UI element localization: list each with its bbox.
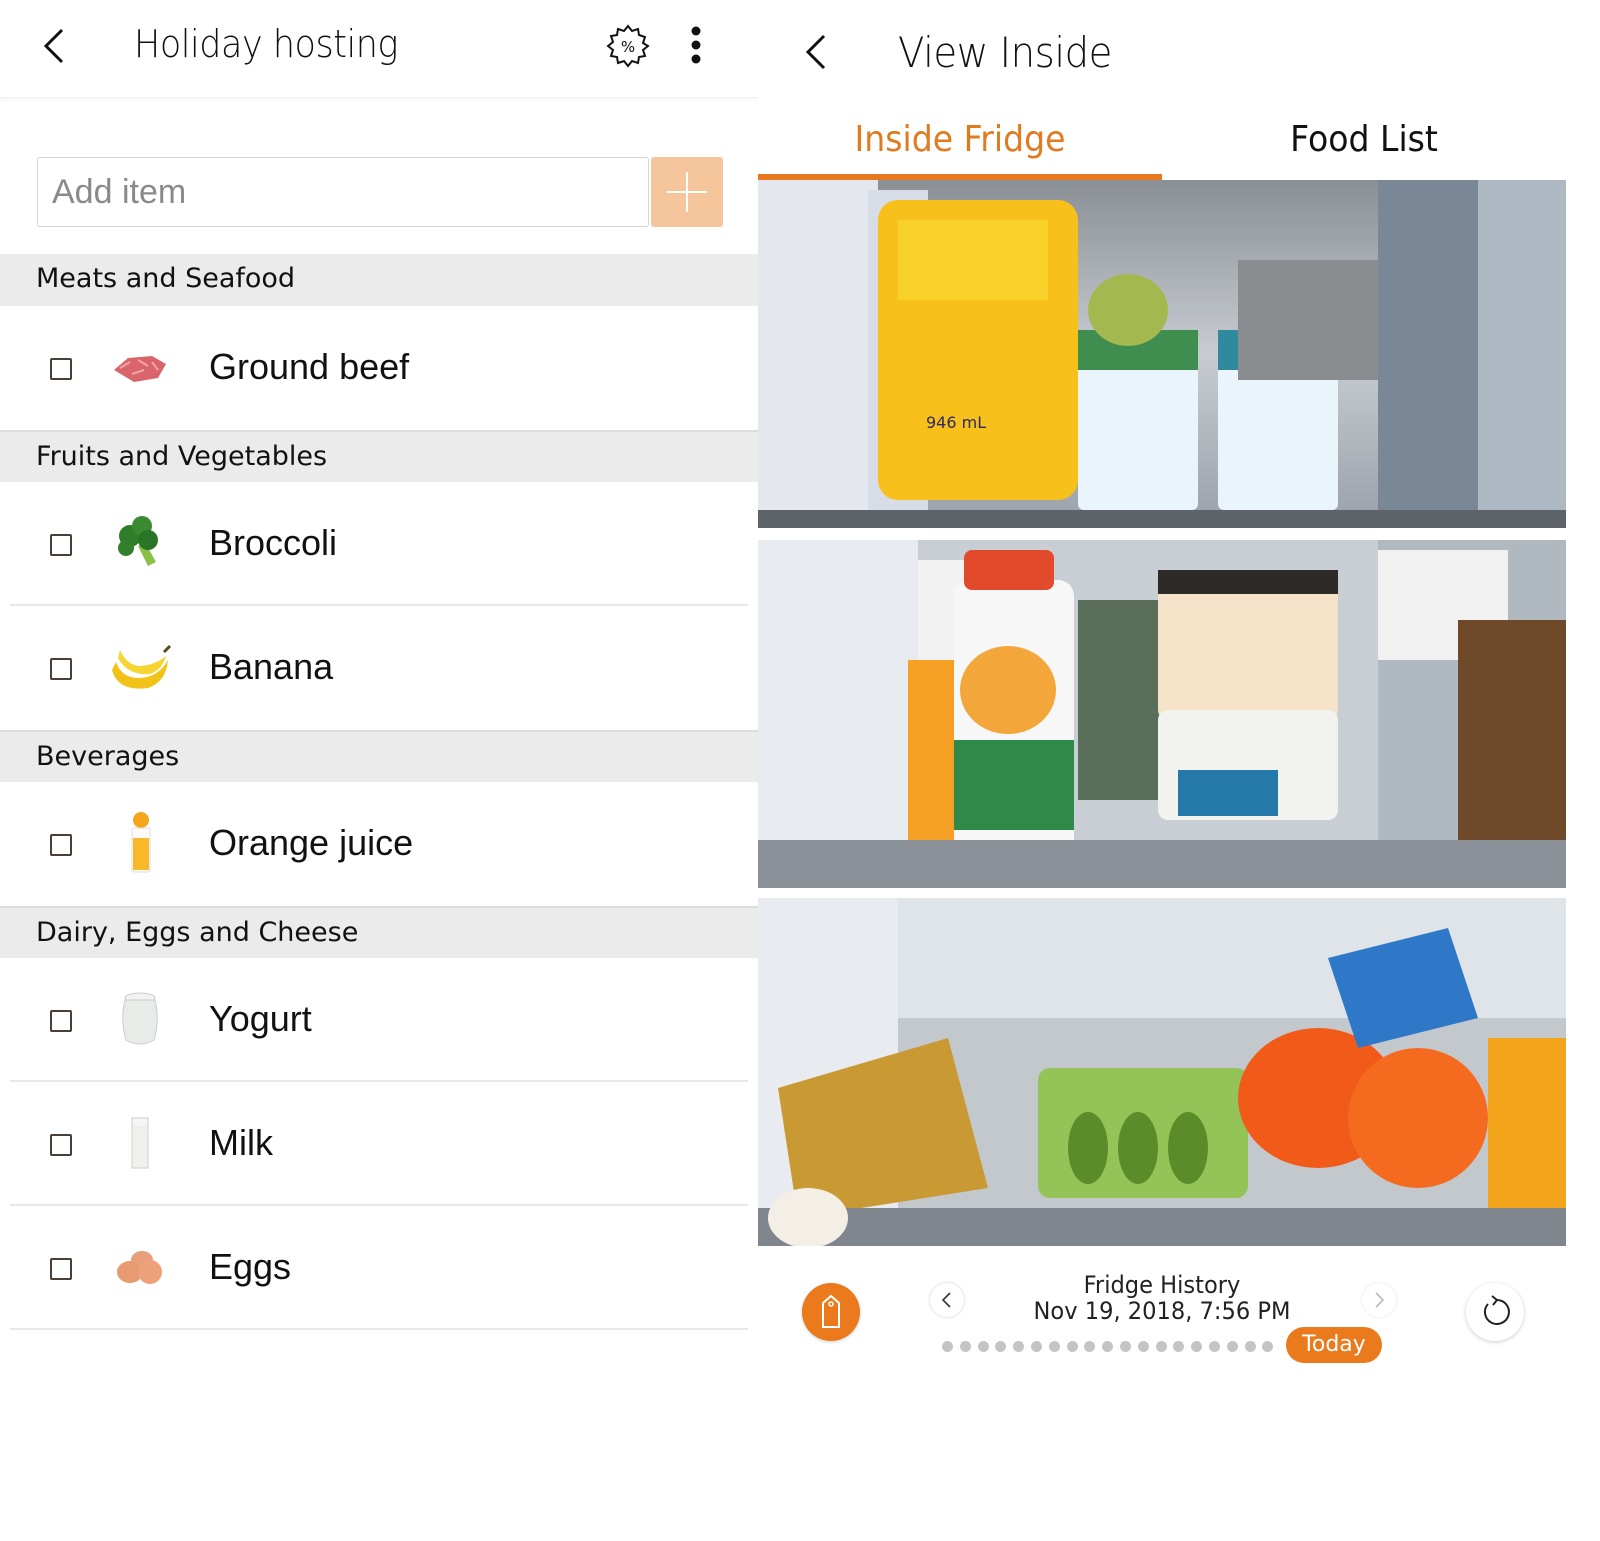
history-dot[interactable] [1137,1341,1149,1352]
history-dot[interactable] [1102,1341,1114,1352]
shopping-list-header: Holiday hosting % [0,0,758,98]
item-name: Broccoli [209,522,338,563]
list-item[interactable]: Orange juice [10,782,748,906]
tag-button[interactable] [802,1283,860,1341]
item-checkbox[interactable] [50,658,72,680]
history-dot[interactable] [1048,1341,1060,1352]
history-dot[interactable] [1066,1341,1078,1352]
item-name: Eggs [209,1246,292,1287]
history-dot[interactable] [942,1341,953,1352]
yogurt-icon [122,992,158,1045]
banana-icon [112,644,172,689]
history-dot[interactable] [995,1341,1007,1352]
broccoli-icon [118,516,158,566]
history-dot[interactable] [1191,1341,1203,1352]
list-item[interactable]: Eggs [10,1206,748,1330]
item-checkbox[interactable] [50,358,72,380]
eggs-icon [117,1251,162,1284]
page-title: View Inside [898,28,1112,77]
list-item[interactable]: Milk [10,1082,748,1206]
list-item[interactable]: Banana [10,606,748,730]
fridge-photo-image: 946 mL [758,180,1566,528]
add-item-button[interactable] [651,157,723,227]
photo-label: 946 mL [926,413,986,432]
view-inside-header: View Inside [758,0,1600,106]
back-button[interactable] [40,26,68,66]
category-header: Beverages [0,730,758,782]
fridge-photo-bottom-shelf[interactable] [758,898,1566,1246]
item-name: Yogurt [209,998,312,1039]
shopping-list: Meats and Seafood Ground beef Fruits and… [0,254,758,1330]
orange-juice-icon [131,812,151,873]
chevron-right-icon [1375,1292,1385,1308]
add-item-row [37,157,723,227]
history-dot[interactable] [1208,1341,1220,1352]
category-header: Fruits and Vegetables [0,430,758,482]
chevron-left-icon [941,1292,951,1308]
view-inside-panel: View Inside Inside Fridge Food List 946 … [758,0,1600,1541]
fridge-photo-middle-shelf[interactable] [758,540,1566,888]
history-dot[interactable] [1173,1341,1185,1352]
history-dot[interactable] [1030,1341,1042,1352]
history-timeline [942,1341,1274,1353]
history-dot[interactable] [1013,1341,1025,1352]
list-item[interactable]: Yogurt [10,958,748,1082]
list-item[interactable]: Ground beef [10,306,748,430]
item-checkbox[interactable] [50,1134,72,1156]
history-date: Nov 19, 2018, 7:56 PM [1033,1297,1291,1325]
category-header: Dairy, Eggs and Cheese [0,906,758,958]
today-button[interactable]: Today [1286,1327,1382,1363]
history-dot[interactable] [1226,1341,1238,1352]
history-dot[interactable] [959,1341,971,1352]
refresh-icon [1483,1295,1510,1325]
item-name: Orange juice [209,822,414,863]
fridge-photo-top-shelf[interactable]: 946 mL [758,180,1566,528]
item-checkbox[interactable] [50,1010,72,1032]
history-dot[interactable] [1084,1341,1096,1352]
tab-inside-fridge[interactable]: Inside Fridge [774,106,1146,180]
discount-button[interactable]: % [606,24,650,68]
fridge-history-bar: Fridge History Nov 19, 2018, 7:56 PM Tod… [758,1255,1600,1375]
add-item-input[interactable] [37,157,649,227]
item-checkbox[interactable] [50,834,72,856]
chevron-left-icon [805,34,826,70]
history-dot[interactable] [1119,1341,1131,1352]
history-dot[interactable] [1244,1341,1256,1352]
history-dot[interactable] [1262,1341,1274,1352]
fridge-photo-image [758,898,1566,1246]
item-checkbox[interactable] [50,534,72,556]
item-name: Milk [209,1122,273,1163]
svg-text:%: % [621,38,635,56]
item-checkbox[interactable] [50,1258,72,1280]
more-options-button[interactable] [686,26,706,66]
item-name: Ground beef [209,346,410,387]
history-dot[interactable] [977,1341,989,1352]
milk-icon [131,1117,149,1169]
category-header: Meats and Seafood [0,254,758,306]
next-history-button[interactable] [1362,1283,1396,1317]
chevron-left-icon [43,28,64,64]
refresh-button[interactable] [1466,1283,1524,1341]
page-title: Holiday hosting [134,22,398,66]
previous-history-button[interactable] [930,1283,964,1317]
tab-bar: Inside Fridge Food List [758,106,1600,180]
discount-badge-icon: % [606,24,650,68]
tag-icon [822,1294,840,1328]
history-dot[interactable] [1155,1341,1167,1352]
shopping-list-panel: Holiday hosting % Meats and Seafood Grou… [0,0,758,1541]
list-item[interactable]: Broccoli [10,482,748,606]
history-label: Fridge History [1083,1271,1241,1299]
item-name: Banana [209,646,334,687]
tab-food-list[interactable]: Food List [1178,106,1550,180]
more-vertical-icon [691,26,701,64]
fridge-photo-image [758,540,1566,888]
back-button[interactable] [802,32,830,72]
ground-beef-icon [114,356,166,382]
